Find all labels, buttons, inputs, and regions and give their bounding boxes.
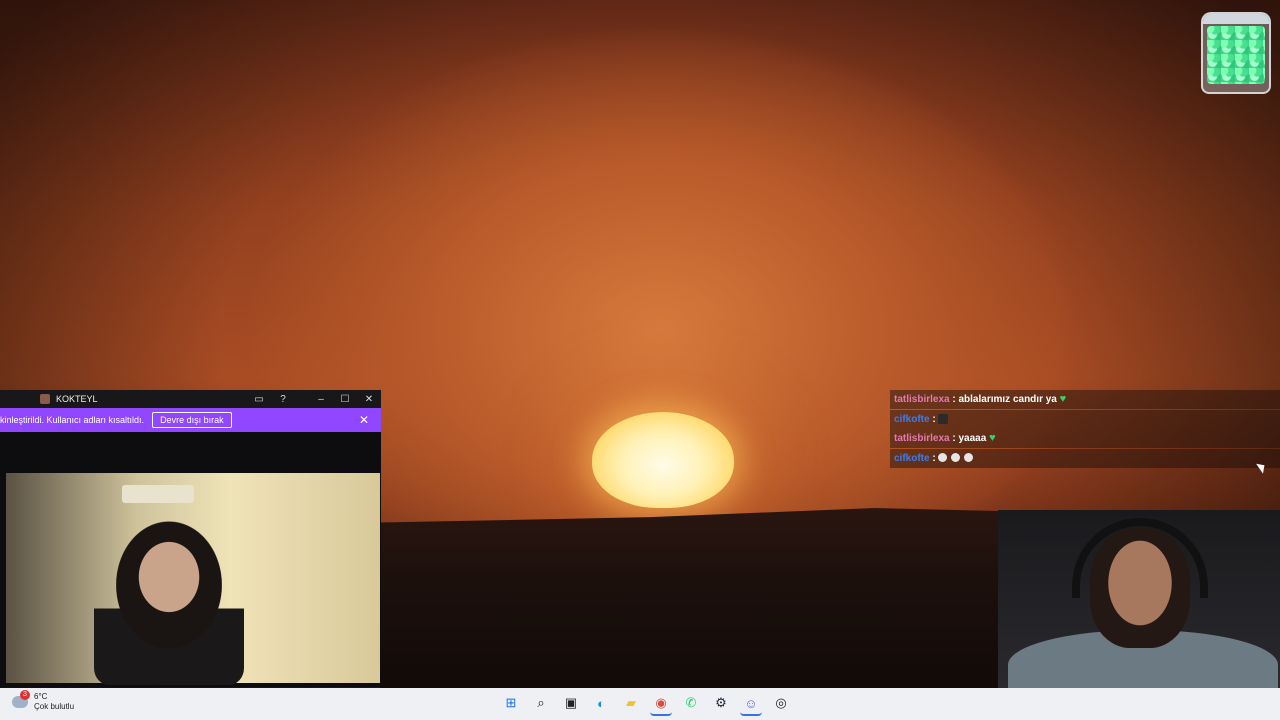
close-button[interactable]: ✕ xyxy=(357,394,381,405)
jar-lid xyxy=(1203,14,1269,24)
jar-contents xyxy=(1207,26,1265,84)
search-icon[interactable]: ⌕ xyxy=(530,692,552,714)
heart-emote-icon: ♥ xyxy=(1059,393,1067,405)
window-title: KOKTEYL xyxy=(56,394,98,404)
notice-bar: kinleştirildi. Kullanıcı adları kısaltıl… xyxy=(0,408,381,432)
guest-webcam xyxy=(6,473,380,685)
discord-icon[interactable]: ☺ xyxy=(740,692,762,716)
weather-badge: 3 xyxy=(20,690,30,700)
weather-widget[interactable]: 3 6°C Çok bulutlu xyxy=(12,690,74,712)
minimize-button[interactable]: – xyxy=(309,394,333,405)
notice-text: kinleştirildi. Kullanıcı adları kısaltıl… xyxy=(0,415,145,425)
chat-username: cifkofte xyxy=(894,452,930,464)
air-conditioner xyxy=(122,485,194,503)
file-explorer-icon[interactable]: ▰ xyxy=(620,692,642,714)
chat-message: cifkofte : xyxy=(890,448,1280,468)
chat-username: cifkofte xyxy=(894,413,930,425)
steam-icon[interactable]: ⚙ xyxy=(710,692,732,714)
face-emote-icon xyxy=(964,453,974,463)
window-titlebar[interactable]: KOKTEYL ▭ ? – ☐ ✕ xyxy=(0,390,381,408)
edge-icon[interactable]: ◐ xyxy=(590,692,612,714)
headset-icon xyxy=(1072,518,1208,598)
chrome-icon[interactable]: ◉ xyxy=(650,692,672,716)
taskbar: 3 6°C Çok bulutlu ⊞ ⌕ ▣ ◐ ▰ ◉ ✆ ⚙ ☺ ◎ xyxy=(0,688,1280,720)
chat-message: cifkofte : xyxy=(890,409,1280,429)
chat-username: tatlisbirlexa xyxy=(894,433,950,444)
weather-desc: Çok bulutlu xyxy=(34,702,75,711)
heart-emote-icon: ♥ xyxy=(989,432,996,444)
weather-text: 6°C Çok bulutlu xyxy=(34,692,74,712)
titlebar-buttons: ▭ ? – ☐ ✕ xyxy=(247,394,381,405)
window-title-group: KOKTEYL xyxy=(40,394,98,404)
face-emote-icon xyxy=(938,453,948,463)
obs-icon[interactable]: ◎ xyxy=(770,692,792,714)
start-icon[interactable]: ⊞ xyxy=(500,692,522,714)
chat-separator: : xyxy=(929,452,939,464)
guest-person xyxy=(94,515,244,685)
maximize-button[interactable]: ☐ xyxy=(333,394,357,405)
weather-temp: 6°C xyxy=(34,692,48,701)
chat-overlay: tatlisbirlexa : ablalarımız candır ya ♥ … xyxy=(890,390,1280,468)
kokteyl-app-icon xyxy=(40,394,50,404)
kokteyl-window: KOKTEYL ▭ ? – ☐ ✕ kinleştirildi. Kullanı… xyxy=(0,390,381,687)
theater-mode-icon[interactable]: ▭ xyxy=(247,394,271,405)
chat-username: tatlisbirlexa xyxy=(894,394,950,405)
chat-message: tatlisbirlexa : yaaaa ♥ xyxy=(890,429,1280,448)
help-icon[interactable]: ? xyxy=(271,394,295,405)
chat-text: yaaaa xyxy=(958,433,987,444)
emote-icon xyxy=(938,413,949,424)
sun xyxy=(592,412,734,508)
chat-separator: : xyxy=(929,413,939,425)
notice-close-icon[interactable]: ✕ xyxy=(359,413,369,427)
face-emote-icon xyxy=(951,453,961,463)
taskbar-apps: ⊞ ⌕ ▣ ◐ ▰ ◉ ✆ ⚙ ☺ ◎ xyxy=(500,692,792,716)
whatsapp-icon[interactable]: ✆ xyxy=(680,692,702,714)
streamer-facecam xyxy=(998,510,1280,700)
jar-widget xyxy=(1201,12,1271,94)
task-view-icon[interactable]: ▣ xyxy=(560,692,582,714)
chat-message: tatlisbirlexa : ablalarımız candır ya ♥ xyxy=(890,390,1280,409)
disable-button[interactable]: Devre dışı bırak xyxy=(152,412,232,428)
cloud-icon: 3 xyxy=(12,690,30,708)
chat-text: ablalarımız candır ya xyxy=(958,394,1057,405)
